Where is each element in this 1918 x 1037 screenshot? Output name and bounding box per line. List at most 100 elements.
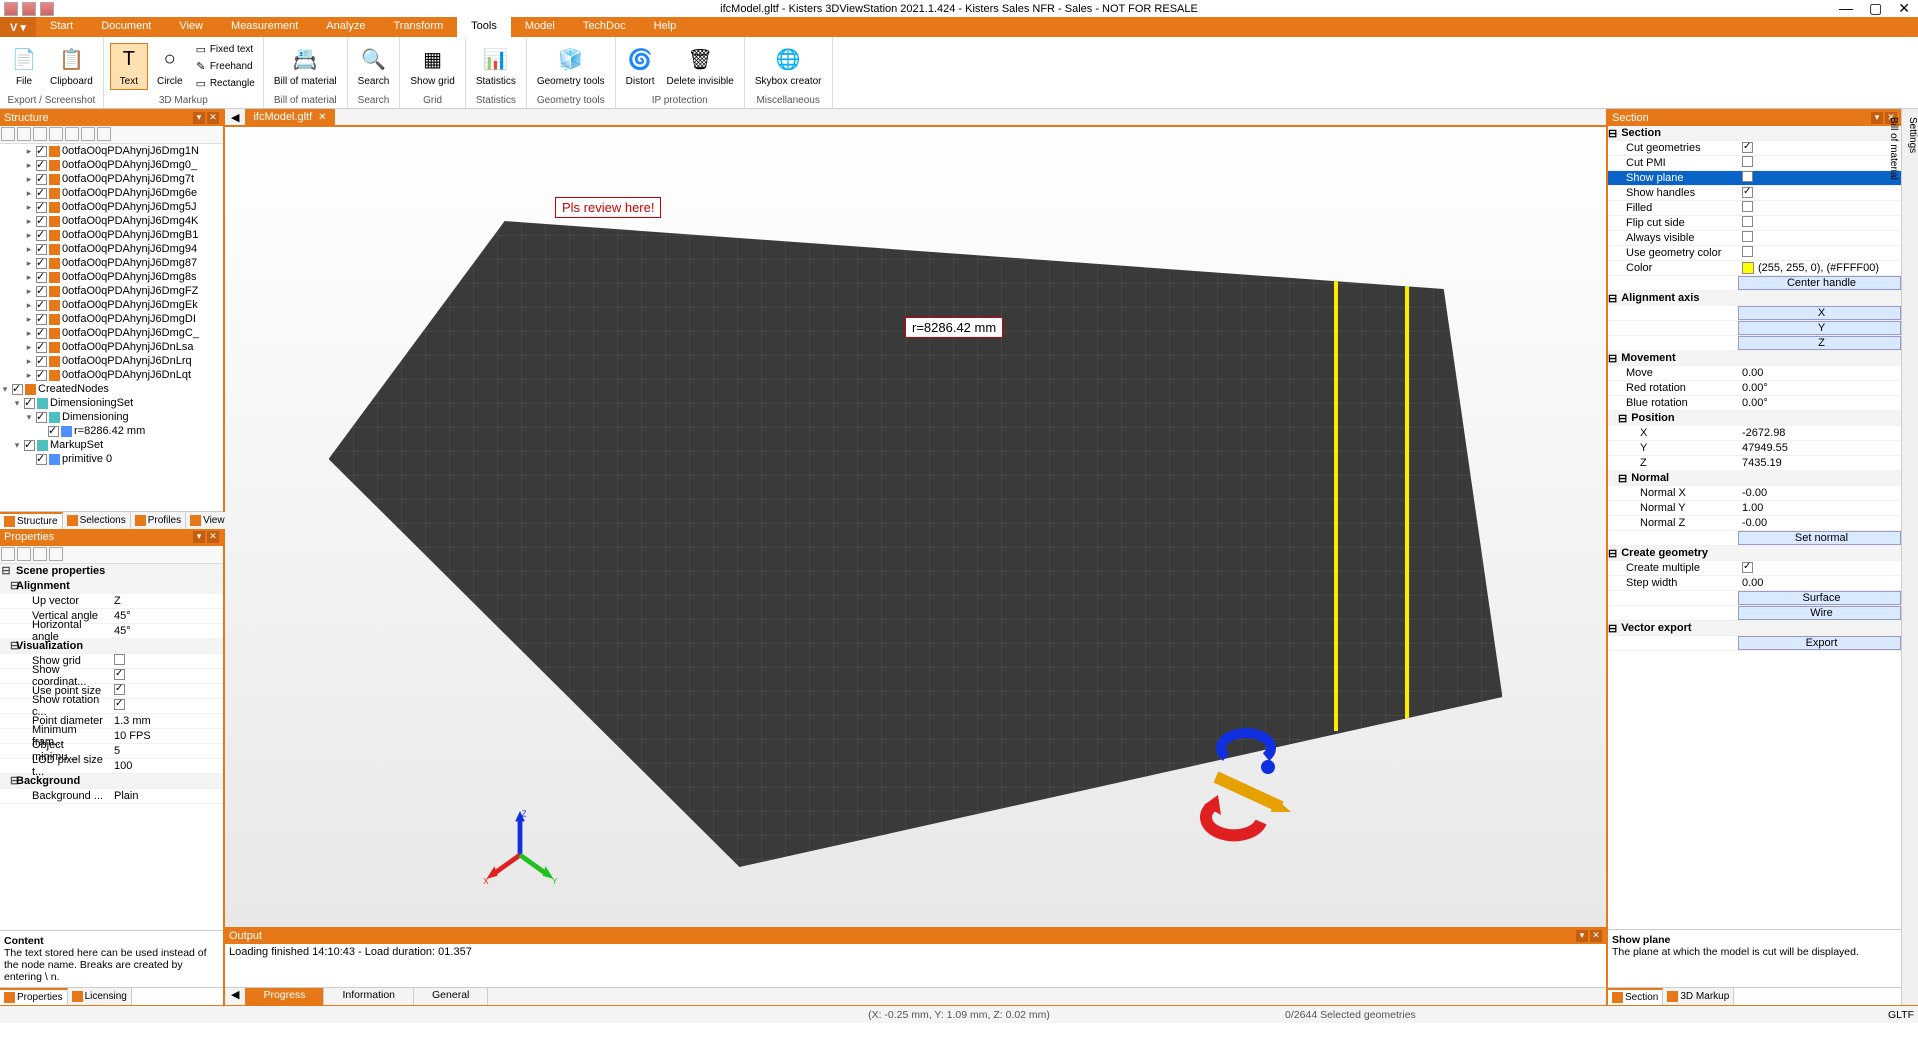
align-y-button[interactable]: Y bbox=[1738, 321, 1901, 335]
tree-checkbox[interactable] bbox=[24, 440, 35, 451]
tree-node[interactable]: ▸0otfaO0qPDAhynjJ6Dmg0_ bbox=[0, 158, 223, 172]
tree-node[interactable]: primitive 0 bbox=[0, 452, 223, 466]
file-export-button[interactable]: 📄File bbox=[6, 44, 42, 89]
doc-tab-close-icon[interactable]: ✕ bbox=[318, 112, 326, 123]
tree-checkbox[interactable] bbox=[36, 230, 47, 241]
prop-tool-button[interactable] bbox=[1, 547, 15, 561]
tab-progress[interactable]: Progress bbox=[245, 988, 324, 1005]
sec-group-normal[interactable]: Normal bbox=[1627, 472, 1757, 484]
prop-tool-button[interactable] bbox=[33, 547, 47, 561]
sec-stepwidth-value[interactable]: 0.00 bbox=[1738, 577, 1901, 589]
tab-section[interactable]: Section bbox=[1608, 988, 1663, 1005]
color-swatch[interactable] bbox=[1742, 262, 1754, 274]
sec-showplane-checkbox[interactable] bbox=[1742, 171, 1753, 182]
prop-group-scene[interactable]: Scene properties bbox=[12, 565, 122, 577]
sec-usegeocol-checkbox[interactable] bbox=[1742, 246, 1753, 257]
prop-group-alignment[interactable]: Alignment bbox=[12, 580, 122, 592]
tree-node[interactable]: ▸0otfaO0qPDAhynjJ6Dmg4K bbox=[0, 214, 223, 228]
doc-tab-prev[interactable]: ◀ bbox=[225, 111, 245, 124]
tree-node[interactable]: ▸0otfaO0qPDAhynjJ6Dmg5J bbox=[0, 200, 223, 214]
tree-checkbox[interactable] bbox=[48, 426, 59, 437]
tab-properties[interactable]: Properties bbox=[0, 988, 68, 1005]
sec-normal-x-value[interactable]: -0.00 bbox=[1738, 487, 1901, 499]
sec-group-alignaxis[interactable]: Alignment axis bbox=[1617, 292, 1747, 304]
tree-checkbox[interactable] bbox=[36, 314, 47, 325]
tree-node[interactable]: ▸0otfaO0qPDAhynjJ6DnLrq bbox=[0, 354, 223, 368]
tree-node[interactable]: ▸0otfaO0qPDAhynjJ6DnLsa bbox=[0, 340, 223, 354]
tree-node[interactable]: ▸0otfaO0qPDAhynjJ6DmgB1 bbox=[0, 228, 223, 242]
sec-move-value[interactable]: 0.00 bbox=[1738, 367, 1901, 379]
tab-licensing[interactable]: Licensing bbox=[68, 988, 132, 1005]
tree-checkbox[interactable] bbox=[36, 286, 47, 297]
ribbon-tab-document[interactable]: Document bbox=[87, 17, 165, 37]
tree-node[interactable]: ▸0otfaO0qPDAhynjJ6Dmg1N bbox=[0, 144, 223, 158]
tree-node[interactable]: ▸0otfaO0qPDAhynjJ6Dmg94 bbox=[0, 242, 223, 256]
prop-minfram-value[interactable]: 10 FPS bbox=[110, 730, 223, 742]
rectangle-markup-button[interactable]: ▭Rectangle bbox=[192, 75, 257, 91]
tree-node[interactable]: ▸0otfaO0qPDAhynjJ6Dmg6e bbox=[0, 186, 223, 200]
align-x-button[interactable]: X bbox=[1738, 306, 1901, 320]
tree-node[interactable]: ▾Dimensioning bbox=[0, 410, 223, 424]
ribbon-tab-measurement[interactable]: Measurement bbox=[217, 17, 312, 37]
tree-checkbox[interactable] bbox=[36, 160, 47, 171]
surface-button[interactable]: Surface bbox=[1738, 591, 1901, 605]
sec-group-movement[interactable]: Movement bbox=[1617, 352, 1747, 364]
tree-tool-button[interactable] bbox=[1, 127, 15, 141]
tree-tool-button[interactable] bbox=[97, 127, 111, 141]
sec-group-section[interactable]: Section bbox=[1617, 127, 1747, 139]
set-normal-button[interactable]: Set normal bbox=[1738, 531, 1901, 545]
panel-pin-icon[interactable]: ▾ bbox=[193, 531, 205, 543]
tree-checkbox[interactable] bbox=[36, 202, 47, 213]
qat-icon[interactable] bbox=[4, 2, 18, 16]
maximize-button[interactable]: ▢ bbox=[1869, 0, 1882, 17]
tree-checkbox[interactable] bbox=[12, 384, 23, 395]
prop-usepoint-checkbox[interactable] bbox=[114, 684, 125, 695]
tab-selections[interactable]: Selections bbox=[63, 512, 131, 529]
sec-pos-x-value[interactable]: -2672.98 bbox=[1738, 427, 1901, 439]
tree-node[interactable]: ▸0otfaO0qPDAhynjJ6DnLqt bbox=[0, 368, 223, 382]
tree-tool-button[interactable] bbox=[49, 127, 63, 141]
sec-cutgeo-checkbox[interactable] bbox=[1742, 142, 1753, 153]
ribbon-tab-help[interactable]: Help bbox=[640, 17, 691, 37]
tree-checkbox[interactable] bbox=[36, 342, 47, 353]
tree-node[interactable]: ▾DimensioningSet bbox=[0, 396, 223, 410]
panel-close-icon[interactable]: ✕ bbox=[207, 112, 219, 124]
panel-pin-icon[interactable]: ▾ bbox=[193, 112, 205, 124]
sec-group-vexport[interactable]: Vector export bbox=[1617, 622, 1747, 634]
prop-vangle-value[interactable]: 45° bbox=[110, 610, 223, 622]
tree-checkbox[interactable] bbox=[36, 258, 47, 269]
freehand-markup-button[interactable]: ✎Freehand bbox=[192, 58, 257, 74]
bom-button[interactable]: 📇Bill of material bbox=[270, 44, 341, 89]
tree-tool-button[interactable] bbox=[65, 127, 79, 141]
tree-checkbox[interactable] bbox=[36, 412, 47, 423]
tree-checkbox[interactable] bbox=[36, 216, 47, 227]
tree-node[interactable]: ▸0otfaO0qPDAhynjJ6DmgC_ bbox=[0, 326, 223, 340]
prop-hangle-value[interactable]: 45° bbox=[110, 625, 223, 637]
tree-node[interactable]: ▾MarkupSet bbox=[0, 438, 223, 452]
export-button[interactable]: Export bbox=[1738, 636, 1901, 650]
document-tab[interactable]: ifcModel.gltf✕ bbox=[245, 109, 334, 125]
tree-node[interactable]: ▸0otfaO0qPDAhynjJ6Dmg8s bbox=[0, 270, 223, 284]
tree-node[interactable]: ▸0otfaO0qPDAhynjJ6DmgEk bbox=[0, 298, 223, 312]
axis-triad[interactable]: Z X Y bbox=[475, 807, 565, 887]
text-markup-button[interactable]: TText bbox=[110, 43, 148, 90]
circle-markup-button[interactable]: ○Circle bbox=[152, 44, 188, 89]
radius-measurement-annotation[interactable]: r=8286.42 mm bbox=[905, 317, 1003, 338]
tree-checkbox[interactable] bbox=[36, 188, 47, 199]
tree-checkbox[interactable] bbox=[36, 370, 47, 381]
ribbon-tab-analyze[interactable]: Analyze bbox=[312, 17, 379, 37]
markup-text-annotation[interactable]: Pls review here! bbox=[555, 197, 661, 218]
sec-color-value[interactable]: (255, 255, 0), (#FFFF00) bbox=[1758, 262, 1879, 274]
ribbon-tab-view[interactable]: View bbox=[165, 17, 217, 37]
sec-group-position[interactable]: Position bbox=[1627, 412, 1757, 424]
panel-pin-icon[interactable]: ▾ bbox=[1871, 112, 1883, 124]
prop-bgmode-value[interactable]: Plain bbox=[110, 790, 223, 802]
prop-tool-button[interactable] bbox=[17, 547, 31, 561]
tab-profiles[interactable]: Profiles bbox=[131, 512, 186, 529]
center-handle-button[interactable]: Center handle bbox=[1738, 276, 1901, 290]
tree-node[interactable]: ▾CreatedNodes bbox=[0, 382, 223, 396]
tree-node[interactable]: ▸0otfaO0qPDAhynjJ6Dmg7t bbox=[0, 172, 223, 186]
prop-tool-button[interactable] bbox=[49, 547, 63, 561]
statistics-button[interactable]: 📊Statistics bbox=[472, 44, 520, 89]
skybox-creator-button[interactable]: 🌐Skybox creator bbox=[751, 44, 826, 89]
